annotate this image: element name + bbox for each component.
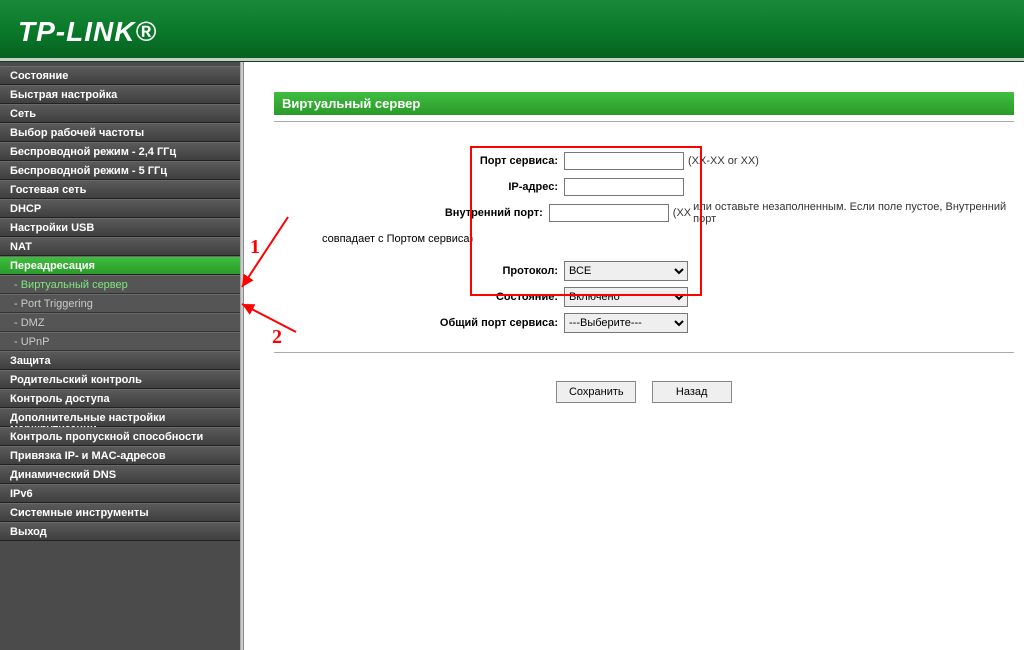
label-ip: IP-адрес:: [274, 181, 564, 193]
hint-internal-port-prefix: (XX: [673, 207, 691, 219]
sidebar-fill: [0, 541, 240, 650]
input-service-port[interactable]: [564, 152, 684, 170]
sidebar-item-8[interactable]: Настройки USB: [0, 218, 240, 237]
hint-internal-port-suffix: или оставьте незаполненным. Если поле пу…: [693, 201, 1014, 225]
sidebar-item-18[interactable]: Дополнительные настройки маршрутизации: [0, 408, 240, 427]
sidebar-item-16[interactable]: Родительский контроль: [0, 370, 240, 389]
sidebar-item-3[interactable]: Выбор рабочей частоты: [0, 123, 240, 142]
sidebar-item-9[interactable]: NAT: [0, 237, 240, 256]
label-service-port: Порт сервиса:: [274, 155, 564, 167]
sidebar-subitem-11[interactable]: - Виртуальный сервер: [0, 275, 240, 294]
annotation-number-1: 1: [250, 236, 260, 259]
input-ip[interactable]: [564, 178, 684, 196]
form-area: Порт сервиса: (XX-XX or XX) IP-адрес: Вн…: [274, 150, 1014, 403]
sidebar-item-5[interactable]: Беспроводной режим - 5 ГГц: [0, 161, 240, 180]
sidebar-item-6[interactable]: Гостевая сеть: [0, 180, 240, 199]
divider: [274, 121, 1014, 122]
save-button[interactable]: Сохранить: [556, 381, 636, 403]
sidebar-item-4[interactable]: Беспроводной режим - 2,4 ГГц: [0, 142, 240, 161]
sidebar-subitem-13[interactable]: - DMZ: [0, 313, 240, 332]
select-state[interactable]: Включено: [564, 287, 688, 307]
sidebar-item-17[interactable]: Контроль доступа: [0, 389, 240, 408]
sidebar-item-20[interactable]: Привязка IP- и MAC-адресов: [0, 446, 240, 465]
hint-service-port: (XX-XX or XX): [688, 155, 759, 167]
sidebar-item-23[interactable]: Системные инструменты: [0, 503, 240, 522]
brand-logo: TP-LINK®: [18, 16, 157, 48]
sidebar-item-22[interactable]: IPv6: [0, 484, 240, 503]
back-button[interactable]: Назад: [652, 381, 732, 403]
sidebar-item-0[interactable]: Состояние: [0, 66, 240, 85]
label-state: Состояние:: [274, 291, 564, 303]
label-common-port: Общий порт сервиса:: [274, 317, 564, 329]
select-protocol[interactable]: ВСЕ: [564, 261, 688, 281]
label-internal-port: Внутренний порт:: [274, 207, 549, 219]
sidebar: СостояниеБыстрая настройкаСетьВыбор рабо…: [0, 62, 240, 650]
sidebar-subitem-14[interactable]: - UPnP: [0, 332, 240, 351]
sidebar-item-21[interactable]: Динамический DNS: [0, 465, 240, 484]
select-common-port[interactable]: ---Выберите---: [564, 313, 688, 333]
page-title: Виртуальный сервер: [274, 92, 1014, 115]
content-area: Виртуальный сервер Порт сервиса: (XX-XX …: [244, 62, 1024, 650]
sidebar-item-10[interactable]: Переадресация: [0, 256, 240, 275]
sidebar-item-19[interactable]: Контроль пропускной способности: [0, 427, 240, 446]
match-note: совпадает с Портом сервиса): [274, 233, 479, 245]
button-row: Сохранить Назад: [274, 381, 1014, 403]
input-internal-port[interactable]: [549, 204, 669, 222]
header-divider: [0, 58, 1024, 61]
sidebar-subitem-12[interactable]: - Port Triggering: [0, 294, 240, 313]
sidebar-item-24[interactable]: Выход: [0, 522, 240, 541]
divider: [274, 352, 1014, 353]
header: TP-LINK®: [0, 0, 1024, 62]
label-protocol: Протокол:: [274, 265, 564, 277]
sidebar-item-15[interactable]: Защита: [0, 351, 240, 370]
sidebar-item-1[interactable]: Быстрая настройка: [0, 85, 240, 104]
sidebar-item-7[interactable]: DHCP: [0, 199, 240, 218]
sidebar-item-2[interactable]: Сеть: [0, 104, 240, 123]
